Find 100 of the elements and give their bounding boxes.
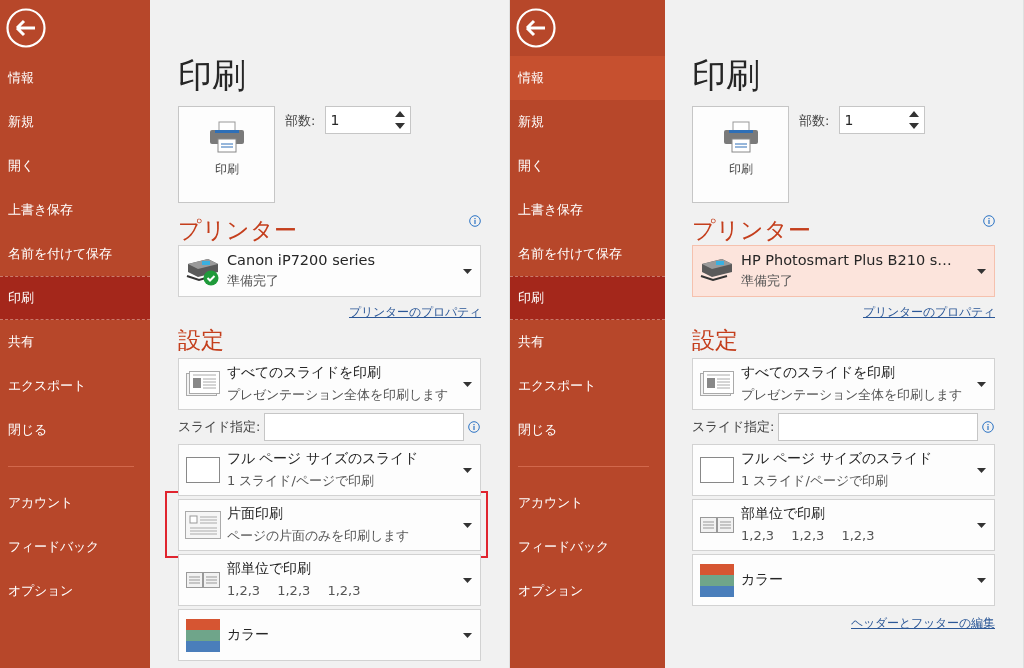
copies-label: 部数: bbox=[799, 112, 830, 130]
sidebar-item[interactable]: 共有 bbox=[0, 320, 150, 364]
sidebar-item[interactable]: オプション bbox=[510, 569, 665, 613]
slide-icon bbox=[186, 457, 220, 483]
printer-icon bbox=[208, 121, 245, 153]
caret-icon bbox=[977, 522, 986, 528]
option-description: 1,2,3 1,2,3 1,2,3 bbox=[741, 527, 876, 545]
slides-input-field[interactable] bbox=[264, 413, 465, 441]
copies-field[interactable]: 1 bbox=[325, 106, 412, 134]
slide-icon bbox=[700, 457, 734, 483]
color-icon bbox=[186, 618, 220, 652]
settings-dropdown[interactable]: フル ページ サイズのスライド 1 スライド/ページで印刷 bbox=[178, 444, 481, 496]
sidebar-item[interactable]: 名前を付けて保存 bbox=[510, 232, 665, 276]
sidebar-item[interactable]: 開く bbox=[0, 144, 150, 188]
option-description: プレゼンテーション全体を印刷します bbox=[741, 386, 963, 404]
sidebar-item[interactable]: 開く bbox=[510, 144, 665, 188]
option-description: 1,2,3 1,2,3 1,2,3 bbox=[227, 582, 362, 600]
slides-label: スライド指定: bbox=[692, 418, 775, 436]
sidebar-item[interactable]: アカウント bbox=[510, 481, 665, 525]
caret-icon bbox=[463, 467, 472, 473]
section-heading: 設定 bbox=[692, 326, 739, 355]
settings-dropdown[interactable]: 片面印刷 ページの片面のみを印刷します bbox=[178, 499, 481, 551]
pages-icon bbox=[700, 517, 734, 533]
printer-properties-link[interactable]: プリンターのプロパティ bbox=[692, 304, 995, 321]
sidebar-item[interactable]: エクスポート bbox=[510, 364, 665, 408]
back-button[interactable] bbox=[516, 8, 556, 48]
option-description: プレゼンテーション全体を印刷します bbox=[227, 386, 449, 404]
option-title: すべてのスライドを印刷 bbox=[227, 364, 382, 382]
option-description: 1 スライド/ページで印刷 bbox=[741, 472, 889, 490]
caret-icon bbox=[463, 381, 472, 387]
option-title: 片面印刷 bbox=[227, 505, 284, 523]
section-heading: 設定 bbox=[178, 326, 225, 355]
caret-icon bbox=[977, 467, 986, 473]
printer-dropdown[interactable]: Canon iP7200 series 準備完了 bbox=[178, 245, 481, 297]
settings-dropdown[interactable]: 部単位で印刷 1,2,3 1,2,3 1,2,3 bbox=[692, 499, 995, 551]
caret-icon bbox=[977, 577, 986, 583]
option-description: ページの片面のみを印刷します bbox=[227, 527, 410, 545]
info-icon bbox=[469, 215, 481, 227]
info-icon bbox=[983, 215, 995, 227]
printer-name: Canon iP7200 series bbox=[227, 252, 377, 268]
sidebar-item[interactable]: 新規 bbox=[510, 100, 665, 144]
sidebar-item[interactable]: 名前を付けて保存 bbox=[0, 232, 150, 276]
option-title: カラー bbox=[227, 626, 270, 644]
settings-dropdown[interactable]: フル ページ サイズのスライド 1 スライド/ページで印刷 bbox=[692, 444, 995, 496]
settings-dropdown[interactable]: カラー bbox=[178, 609, 481, 661]
sidebar-item[interactable]: フィードバック bbox=[510, 525, 665, 569]
printer-properties-link[interactable]: プリンターのプロパティ bbox=[178, 304, 481, 321]
section-heading: プリンター bbox=[178, 216, 297, 245]
spinner-arrows-icon bbox=[908, 109, 921, 131]
settings-dropdown[interactable]: カラー bbox=[692, 554, 995, 606]
info-icon bbox=[982, 421, 995, 433]
option-title: 部単位で印刷 bbox=[227, 560, 312, 578]
caret-icon bbox=[977, 268, 986, 274]
page-title: 印刷 bbox=[178, 54, 247, 97]
printer-icon bbox=[722, 121, 759, 153]
caret-icon bbox=[463, 577, 472, 583]
sidebar-item[interactable]: 情報 bbox=[510, 56, 665, 100]
sidebar-item[interactable]: アカウント bbox=[0, 481, 150, 525]
section-heading: プリンター bbox=[692, 216, 811, 245]
caret-icon bbox=[977, 381, 986, 387]
back-button[interactable] bbox=[6, 8, 46, 48]
page-icon bbox=[185, 511, 221, 539]
sidebar-item[interactable]: フィードバック bbox=[0, 525, 150, 569]
page-title: 印刷 bbox=[692, 54, 761, 97]
sidebar-item[interactable]: 印刷 bbox=[0, 276, 150, 320]
sidebar-item[interactable]: オプション bbox=[0, 569, 150, 613]
caret-icon bbox=[463, 632, 472, 638]
info-icon bbox=[468, 421, 481, 433]
option-title: フル ページ サイズのスライド bbox=[741, 450, 933, 468]
copies-field[interactable]: 1 bbox=[839, 106, 926, 134]
option-title: すべてのスライドを印刷 bbox=[741, 364, 896, 382]
sidebar-item[interactable]: 閉じる bbox=[510, 408, 665, 452]
option-title: カラー bbox=[741, 571, 784, 589]
header-footer-link[interactable]: ヘッダーとフッターの編集 bbox=[692, 615, 995, 632]
option-description: 1 スライド/ページで印刷 bbox=[227, 472, 375, 490]
sidebar-item[interactable]: 上書き保存 bbox=[0, 188, 150, 232]
sidebar-item[interactable]: 閉じる bbox=[0, 408, 150, 452]
printer-status: 準備完了 bbox=[741, 272, 794, 290]
sidebar-item[interactable]: エクスポート bbox=[0, 364, 150, 408]
sidebar-item[interactable]: 新規 bbox=[0, 100, 150, 144]
sidebar-item[interactable]: 共有 bbox=[510, 320, 665, 364]
settings-dropdown[interactable]: 部単位で印刷 1,2,3 1,2,3 1,2,3 bbox=[178, 554, 481, 606]
printer-dropdown[interactable]: HP Photosmart Plus B210 s… 準備完了 bbox=[692, 245, 995, 297]
pages-icon bbox=[186, 572, 220, 588]
sidebar-item[interactable]: 上書き保存 bbox=[510, 188, 665, 232]
slides-label: スライド指定: bbox=[178, 418, 261, 436]
printer-name: HP Photosmart Plus B210 s… bbox=[741, 252, 953, 268]
print-button[interactable]: 印刷 bbox=[178, 106, 275, 203]
print-button[interactable]: 印刷 bbox=[692, 106, 789, 203]
slides-input-field[interactable] bbox=[778, 413, 979, 441]
settings-dropdown[interactable]: すべてのスライドを印刷 プレゼンテーション全体を印刷します bbox=[178, 358, 481, 410]
color-icon bbox=[700, 563, 734, 597]
sidebar-item[interactable]: 情報 bbox=[0, 56, 150, 100]
printer-status: 準備完了 bbox=[227, 272, 280, 290]
caret-icon bbox=[463, 268, 472, 274]
slides-icon bbox=[700, 371, 734, 397]
settings-dropdown[interactable]: すべてのスライドを印刷 プレゼンテーション全体を印刷します bbox=[692, 358, 995, 410]
option-title: 部単位で印刷 bbox=[741, 505, 826, 523]
option-title: フル ページ サイズのスライド bbox=[227, 450, 419, 468]
sidebar-item[interactable]: 印刷 bbox=[510, 276, 665, 320]
